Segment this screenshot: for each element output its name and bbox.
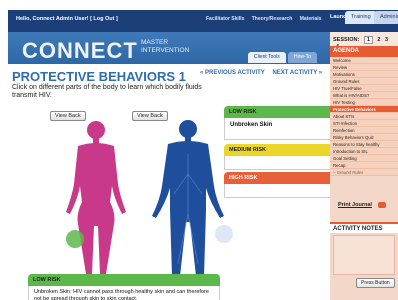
medium-risk-title: MEDIUM RISK <box>224 144 336 156</box>
greeting-text: Hello, Connect Admin User! <box>16 16 89 22</box>
instructions-text: Click on different parts of the body to … <box>12 84 202 99</box>
agenda-list: Welcome Review Motivations Ground Rules HIV … <box>330 57 398 176</box>
info-text: Unbroken Skin: HIV cannot pass through h… <box>28 286 220 300</box>
body-figures <box>66 120 233 276</box>
session-3-button[interactable]: 3 <box>385 37 388 43</box>
high-risk-panel: HIGH RISK <box>224 172 336 198</box>
journal-icon[interactable] <box>378 202 386 208</box>
logo-sub-line-2: INTERVENTION <box>141 47 190 54</box>
agenda-item[interactable]: About STIs <box>330 113 398 120</box>
logout-link[interactable]: [ Log Out ] <box>90 16 118 22</box>
female-body-figure[interactable] <box>66 121 126 274</box>
high-risk-body <box>224 184 336 198</box>
app-frame: Hello, Connect Admin User! [ Log Out ] F… <box>8 10 398 300</box>
activity-nav: « PREVIOUS ACTIVITY NEXT ACTIVITY » <box>200 70 328 76</box>
view-back-button-male[interactable]: View Back <box>132 111 168 121</box>
agenda-item[interactable]: Motivations <box>330 71 398 78</box>
low-risk-title: LOW RISK <box>224 106 336 118</box>
activity-notes-title: ACTIVITY NOTES <box>330 222 398 233</box>
agenda-item[interactable]: Goal Setting <box>330 155 398 162</box>
sidebar: SESSION: 1 2 3 4 AGENDA WelcomeReviewMot… <box>330 32 398 300</box>
agenda-item[interactable]: HIV True/False <box>330 85 398 92</box>
top-links: Facilitator Skills Theory/Research Mater… <box>206 16 327 22</box>
low-risk-item[interactable]: Unbroken Skin <box>224 118 336 140</box>
link-facilitator-skills[interactable]: Facilitator Skills <box>206 16 244 22</box>
client-tools-tab[interactable]: Client Tools <box>248 52 286 63</box>
skin-hotspot[interactable] <box>66 230 84 248</box>
agenda-item[interactable]: Reasons to Stay healthy <box>330 141 398 148</box>
print-journal-link[interactable]: Print Journal <box>338 202 372 208</box>
session-label: SESSION: <box>333 37 360 43</box>
session-2-button[interactable]: 2 <box>377 37 380 43</box>
agenda-item[interactable]: Welcome <box>330 57 398 64</box>
agenda-item[interactable]: Risky Behaviors Quiz <box>330 134 398 141</box>
agenda-item[interactable]: What is HIV/AIDS? <box>330 92 398 99</box>
agenda-title: AGENDA <box>330 46 398 57</box>
hand-hotspot[interactable] <box>215 225 233 243</box>
link-theory-research[interactable]: Theory/Research <box>252 16 293 22</box>
logo-sub-line-1: MASTER <box>141 39 169 46</box>
top-bar: Hello, Connect Admin User! [ Log Out ] F… <box>8 10 398 32</box>
medium-risk-panel: MEDIUM RISK <box>224 144 336 170</box>
link-materials[interactable]: Materials <box>300 16 322 22</box>
activity-notes-field[interactable] <box>333 235 395 275</box>
agenda-item[interactable]: Review <box>330 64 398 71</box>
tab-administration[interactable]: Administrat <box>374 11 398 24</box>
agenda-item[interactable]: Ground Rules <box>330 78 398 85</box>
agenda-item[interactable]: ~ Ground Rules <box>330 169 398 176</box>
page-title: PROTECTIVE BEHAVIORS 1 <box>12 69 186 84</box>
user-greeting-area: Hello, Connect Admin User! [ Log Out ] <box>16 16 118 22</box>
tab-training[interactable]: Training <box>345 11 377 24</box>
agenda-item[interactable]: Introduction to SIL <box>330 148 398 155</box>
agenda-item[interactable]: Protective Behaviors <box>330 106 398 113</box>
view-back-button-female[interactable]: View Back <box>50 111 86 121</box>
how-to-tab[interactable]: How-To <box>288 52 317 63</box>
agenda-item[interactable]: STI Infection <box>330 120 398 127</box>
press-button[interactable]: Press Button <box>356 278 395 288</box>
session-1-button[interactable]: 1 <box>363 36 373 44</box>
high-risk-title: HIGH RISK <box>224 172 336 184</box>
logo-subtitle: MASTER INTERVENTION <box>141 39 189 55</box>
agenda-item[interactable]: Reinfection <box>330 127 398 134</box>
agenda-item[interactable]: HIV Testing <box>330 99 398 106</box>
next-activity-link[interactable]: NEXT ACTIVITY » <box>272 70 322 76</box>
info-panel: LOW RISK Unbroken Skin: HIV cannot pass … <box>28 274 220 300</box>
app-header: CONNECT MASTER INTERVENTION Client Tools… <box>8 32 330 64</box>
session-selector: SESSION: 1 2 3 4 <box>330 32 398 50</box>
agenda-item[interactable]: Recap <box>330 162 398 169</box>
previous-activity-link[interactable]: « PREVIOUS ACTIVITY <box>200 70 265 76</box>
medium-risk-body <box>224 156 336 170</box>
low-risk-panel: LOW RISK Unbroken Skin <box>224 106 336 140</box>
info-title: LOW RISK <box>28 274 220 286</box>
activity-panel: PROTECTIVE BEHAVIORS 1 « PREVIOUS ACTIVI… <box>8 64 336 300</box>
connect-logo: CONNECT <box>22 38 138 63</box>
